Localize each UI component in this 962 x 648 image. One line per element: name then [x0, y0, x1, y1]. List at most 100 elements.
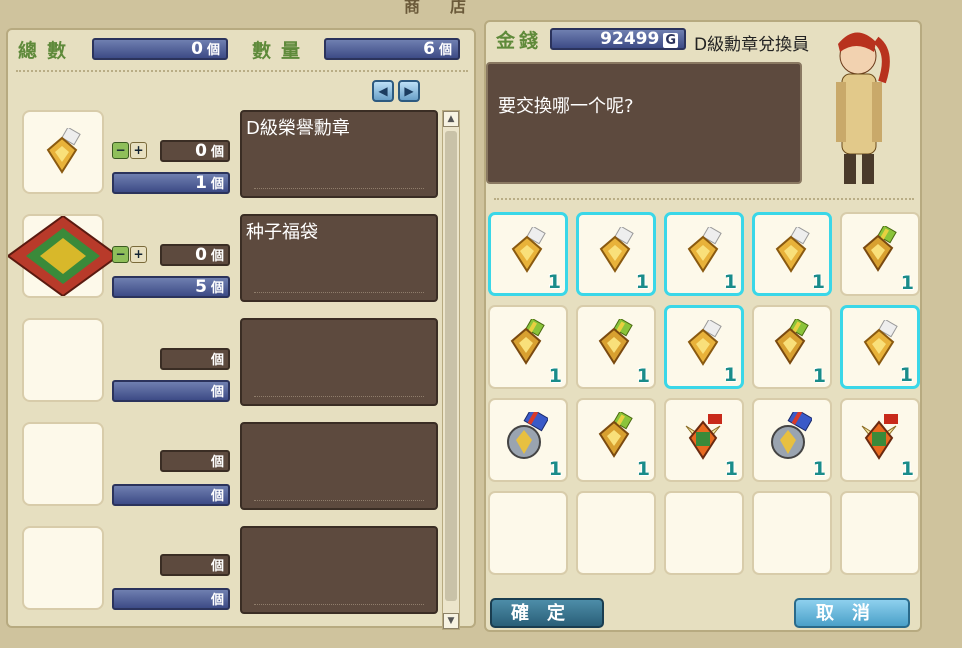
- item-slot-1[interactable]: [22, 110, 104, 194]
- blue-ribbon-medal-icon: [507, 412, 548, 459]
- green-ribbon-medal-icon: [598, 319, 633, 365]
- inventory-slot[interactable]: [576, 491, 656, 575]
- item-count: 1: [723, 271, 737, 293]
- blue-ribbon-medal-icon: [771, 412, 812, 459]
- inventory-slot[interactable]: [840, 491, 920, 575]
- inventory-slot[interactable]: 1: [664, 305, 744, 389]
- inventory-slot[interactable]: 1: [752, 305, 832, 389]
- silver-medal-icon: [863, 320, 898, 366]
- money-value: 92499: [600, 29, 660, 49]
- window-title: 商店: [403, 0, 496, 16]
- increase-qty-button[interactable]: +: [130, 246, 147, 263]
- gold-medal-icon: [46, 128, 81, 174]
- silver-medal-icon: [687, 320, 722, 366]
- item-count: 1: [900, 458, 914, 480]
- exchange-list-panel: 總數 0個 數量 6個 ◀ ▶ − + 0個 1個 D級榮譽勳章 − + 0 個…: [6, 28, 476, 630]
- desc-line: [254, 188, 424, 189]
- item-price-box: 個: [112, 484, 230, 506]
- prev-page-button[interactable]: ◀: [372, 80, 394, 102]
- inventory-slot[interactable]: [488, 491, 568, 575]
- silver-medal-icon: [775, 227, 810, 273]
- inventory-slot[interactable]: 1: [576, 212, 656, 296]
- item-name: D級榮譽勳章: [246, 118, 350, 139]
- item-slot-4[interactable]: [22, 422, 104, 506]
- item-price: 1: [195, 173, 207, 193]
- price-unit: 個: [210, 385, 224, 400]
- inventory-slot[interactable]: 1: [840, 305, 920, 389]
- item-qty-box[interactable]: 個: [160, 348, 230, 370]
- winged-emblem-icon: [685, 414, 722, 460]
- item-count: 1: [636, 458, 650, 480]
- inventory-slot[interactable]: 1: [664, 398, 744, 482]
- item-slot-3[interactable]: [22, 318, 104, 402]
- item-slot-5[interactable]: [22, 526, 104, 610]
- inventory-panel: 金錢 92499 G D級勳章兌換員 要交換哪一个呢? 1 1 1 1 1 1 1 1 1 1 1 1 1…: [484, 20, 922, 632]
- desc-line: [254, 292, 424, 293]
- inventory-slot[interactable]: [664, 491, 744, 575]
- scroll-down-button[interactable]: ▼: [443, 613, 459, 629]
- item-qty: 0: [195, 141, 207, 161]
- item-price-box: 5個: [112, 276, 230, 298]
- qty-unit: 個: [210, 559, 224, 574]
- item-description: [240, 318, 438, 406]
- qty-unit: 個: [210, 455, 224, 470]
- total-label: 總數: [18, 40, 77, 62]
- inventory-slot[interactable]: 1: [664, 212, 744, 296]
- desc-line: [254, 604, 424, 605]
- inventory-slot[interactable]: 1: [488, 212, 568, 296]
- total-value-box: 0個: [92, 38, 228, 60]
- green-ribbon-medal-icon: [862, 226, 897, 272]
- green-ribbon-medal-icon: [598, 412, 633, 458]
- item-qty-box[interactable]: 個: [160, 450, 230, 472]
- item-qty: 0: [195, 245, 207, 265]
- desc-line: [254, 500, 424, 501]
- silver-medal-icon: [687, 227, 722, 273]
- next-page-button[interactable]: ▶: [398, 80, 420, 102]
- cancel-button[interactable]: 取消: [794, 598, 910, 628]
- item-price: 5: [195, 277, 207, 297]
- inventory-slot[interactable]: 1: [752, 398, 832, 482]
- inventory-slot[interactable]: 1: [488, 305, 568, 389]
- silver-medal-icon: [511, 227, 546, 273]
- divider: [16, 70, 468, 72]
- item-qty-box[interactable]: 0個: [160, 244, 230, 266]
- price-unit: 個: [210, 281, 224, 296]
- item-qty-box[interactable]: 0個: [160, 140, 230, 162]
- green-ribbon-medal-icon: [774, 319, 809, 365]
- item-count: 1: [900, 272, 914, 294]
- seed-bag-icon: [8, 216, 118, 296]
- inventory-slot[interactable]: 1: [840, 212, 920, 296]
- inventory-slot[interactable]: 1: [576, 398, 656, 482]
- decrease-qty-button[interactable]: −: [112, 246, 129, 263]
- list-scrollbar[interactable]: ▲ ▼: [442, 110, 460, 630]
- inventory-slot[interactable]: [752, 491, 832, 575]
- item-price-box: 1個: [112, 172, 230, 194]
- item-qty-box[interactable]: 個: [160, 554, 230, 576]
- price-unit: 個: [210, 593, 224, 608]
- money-box: 92499 G: [550, 28, 686, 50]
- divider: [494, 198, 914, 200]
- confirm-button[interactable]: 確定: [490, 598, 604, 628]
- inventory-slot[interactable]: 1: [752, 212, 832, 296]
- quantity-unit: 個: [438, 43, 452, 58]
- total-unit: 個: [206, 43, 220, 58]
- increase-qty-button[interactable]: +: [130, 142, 147, 159]
- item-count: 1: [548, 365, 562, 387]
- item-slot-2[interactable]: [8, 214, 118, 298]
- decrease-qty-button[interactable]: −: [112, 142, 129, 159]
- money-unit: G: [663, 33, 678, 48]
- price-unit: 個: [210, 489, 224, 504]
- npc-name: D級勳章兌換員: [694, 35, 810, 55]
- inventory-slot[interactable]: 1: [576, 305, 656, 389]
- inventory-slot[interactable]: 1: [840, 398, 920, 482]
- npc-dialog: 要交換哪一个呢?: [486, 62, 802, 184]
- scroll-up-button[interactable]: ▲: [443, 111, 459, 127]
- qty-unit: 個: [210, 353, 224, 368]
- inventory-slot[interactable]: 1: [488, 398, 568, 482]
- item-price-box: 個: [112, 380, 230, 402]
- scroll-thumb[interactable]: [445, 131, 457, 601]
- silver-medal-icon: [599, 227, 634, 273]
- qty-unit: 個: [210, 249, 224, 264]
- qty-unit: 個: [210, 145, 224, 160]
- shop-window: 商店 總數 0個 數量 6個 ◀ ▶ − + 0個 1個 D級榮譽勳章 − + …: [0, 0, 962, 648]
